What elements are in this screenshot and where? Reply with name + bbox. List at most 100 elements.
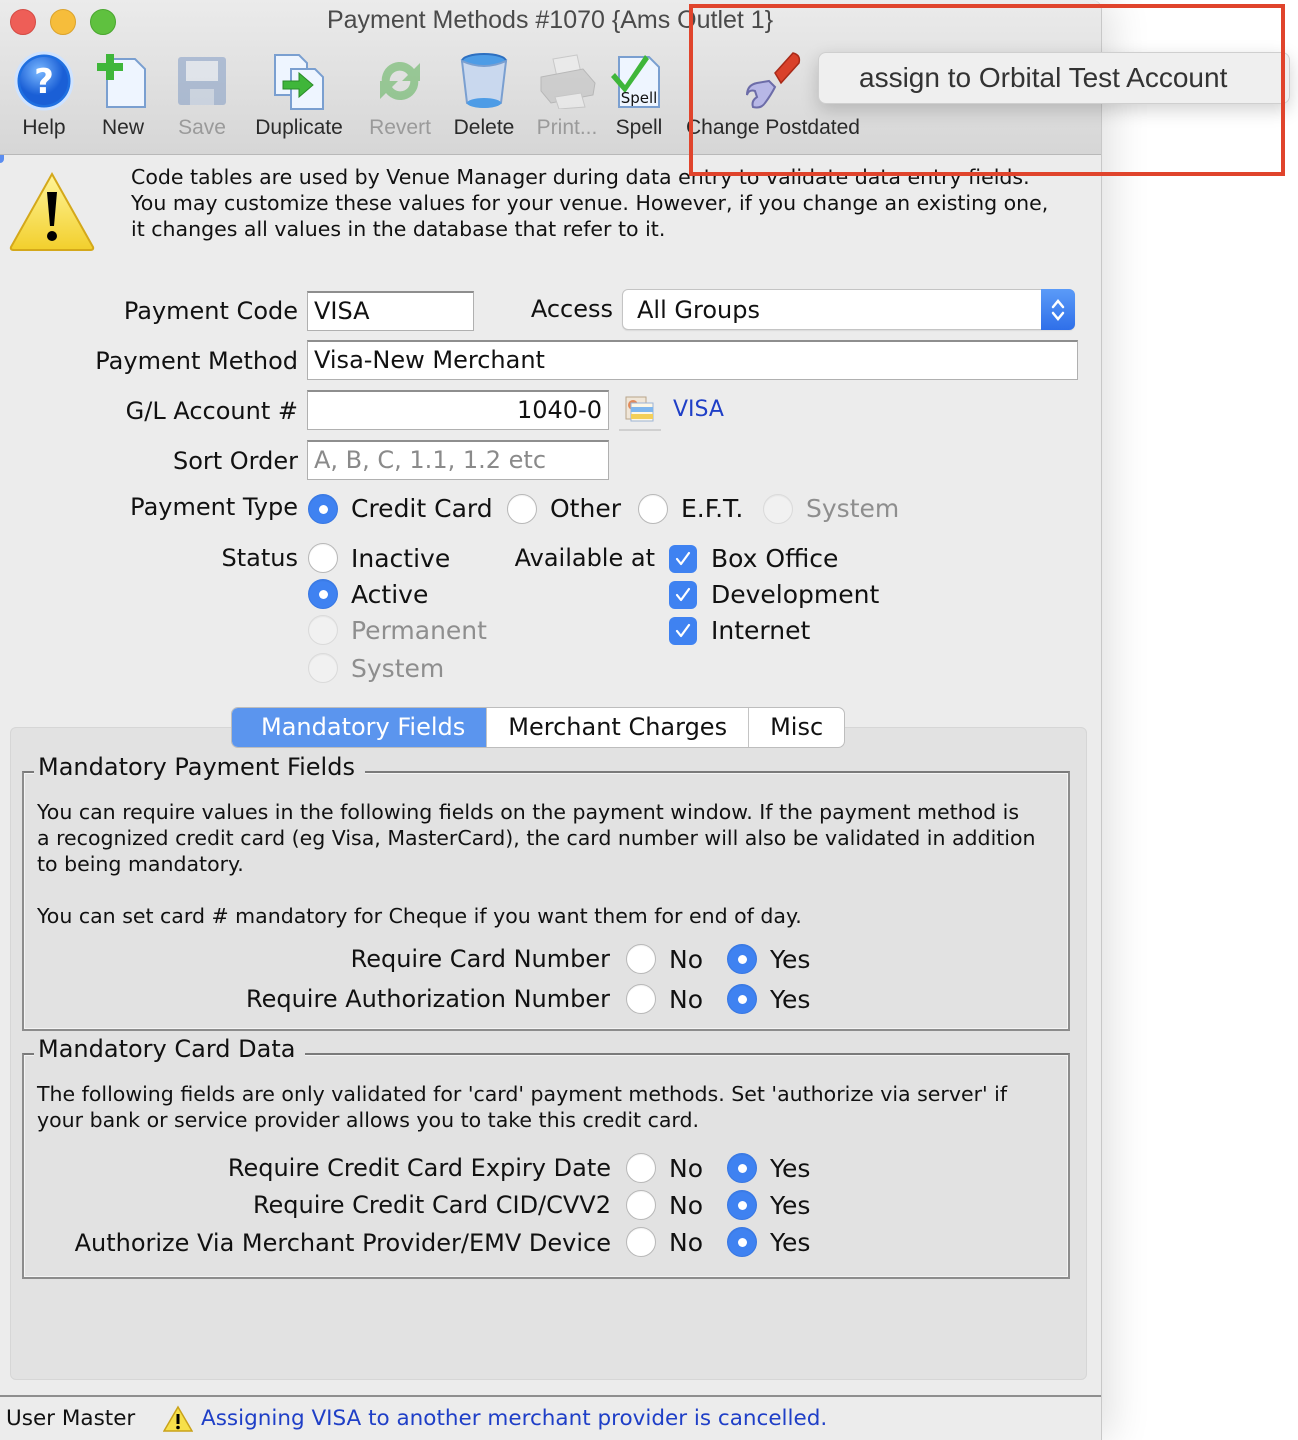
payment-type-other-label: Other xyxy=(550,494,621,523)
status-inactive-radio[interactable] xyxy=(308,543,338,573)
authorize-via-merchant-yes-label: Yes xyxy=(770,1228,811,1257)
require-authorization-number-yes-radio[interactable] xyxy=(727,984,757,1014)
intro-line: You may customize these values for your … xyxy=(131,191,1049,215)
intro-line: it changes all values in the database th… xyxy=(131,217,666,241)
authorize-via-merchant-no-label: No xyxy=(669,1228,703,1257)
require-expiry-date-no-label: No xyxy=(669,1154,703,1183)
new-label: New xyxy=(101,116,144,139)
status-warning-icon xyxy=(162,1405,194,1437)
require-card-number-no-radio[interactable] xyxy=(626,944,656,974)
description-line: your bank or service provider allows you… xyxy=(37,1108,700,1132)
duplicate-icon xyxy=(267,48,331,114)
description-line: a recognized credit card (eg Visa, Maste… xyxy=(37,826,1036,850)
payment-methods-window: Payment Methods #1070 {Ams Outlet 1} ? H… xyxy=(0,0,1102,1440)
trash-icon xyxy=(452,48,516,114)
payment-type-label: Payment Type xyxy=(130,493,298,521)
spell-check-icon: Spell xyxy=(607,48,671,114)
mandatory-card-data-description: The following fields are only validated … xyxy=(37,1081,1067,1133)
require-card-number-no-label: No xyxy=(669,945,703,974)
box-office-label: Box Office xyxy=(711,544,839,573)
status-active-radio[interactable] xyxy=(308,579,338,609)
box-office-checkbox[interactable] xyxy=(669,545,697,573)
sort-order-input[interactable]: A, B, C, 1.1, 1.2 etc xyxy=(307,440,609,480)
svg-text:Spell: Spell xyxy=(621,89,658,107)
access-select-value: All Groups xyxy=(637,296,760,324)
access-select[interactable]: All Groups xyxy=(622,289,1075,330)
require-cvv-no-radio[interactable] xyxy=(626,1190,656,1220)
status-message: Assigning VISA to another merchant provi… xyxy=(201,1406,828,1431)
change-postdated-label: Change Postdated xyxy=(686,116,860,139)
gl-account-input[interactable]: 1040-0 xyxy=(307,390,609,430)
access-label: Access xyxy=(530,295,613,323)
intro-line: Code tables are used by Venue Manager du… xyxy=(131,165,1030,189)
description-line: You can require values in the following … xyxy=(37,800,1020,824)
help-label: Help xyxy=(22,116,66,139)
status-system-radio xyxy=(308,653,338,683)
new-button[interactable]: New xyxy=(82,48,164,148)
internet-label: Internet xyxy=(711,616,811,645)
require-card-number-yes-radio[interactable] xyxy=(727,944,757,974)
require-cvv-no-label: No xyxy=(669,1191,703,1220)
print-label: Print... xyxy=(536,116,598,139)
require-expiry-date-no-radio[interactable] xyxy=(626,1153,656,1183)
require-authorization-number-no-radio[interactable] xyxy=(626,984,656,1014)
window-title: Payment Methods #1070 {Ams Outlet 1} xyxy=(0,6,1100,35)
require-authorization-number-no-label: No xyxy=(669,985,703,1014)
tab-misc[interactable]: Misc xyxy=(749,708,844,747)
save-label: Save xyxy=(178,116,226,139)
save-button[interactable]: Save xyxy=(164,48,240,148)
payment-code-input[interactable]: VISA xyxy=(307,291,474,331)
status-label: Status xyxy=(221,544,298,572)
help-icon: ? xyxy=(12,48,76,114)
gl-account-name-link[interactable]: VISA xyxy=(673,397,724,422)
available-at-label: Available at xyxy=(514,544,655,572)
print-button[interactable]: Print... xyxy=(526,48,608,148)
tab-mandatory-fields[interactable]: Mandatory Fields xyxy=(232,708,488,747)
focus-accent xyxy=(0,155,4,163)
duplicate-button[interactable]: Duplicate xyxy=(240,48,358,148)
payment-type-credit-card-radio[interactable] xyxy=(308,494,338,524)
development-label: Development xyxy=(711,580,880,609)
spell-button[interactable]: Spell Spell xyxy=(608,48,670,148)
payment-code-label: Payment Code xyxy=(123,297,298,325)
window-title-text: Payment Methods #1070 {Ams Outlet 1} xyxy=(326,6,774,34)
delete-button[interactable]: Delete xyxy=(442,48,526,148)
require-expiry-date-yes-radio[interactable] xyxy=(727,1153,757,1183)
help-button[interactable]: ? Help xyxy=(6,48,82,148)
require-expiry-date-yes-label: Yes xyxy=(770,1154,811,1183)
sort-order-label: Sort Order xyxy=(172,447,298,475)
checkmark-icon xyxy=(675,623,691,638)
revert-button[interactable]: Revert xyxy=(358,48,442,148)
status-active-label: Active xyxy=(351,580,429,609)
toolbar: ? Help New Save Duplicate Revert Delete … xyxy=(6,48,870,148)
authorize-via-merchant-no-radio[interactable] xyxy=(626,1227,656,1257)
development-checkbox[interactable] xyxy=(669,581,697,609)
payment-type-eft-label: E.F.T. xyxy=(681,494,744,523)
authorize-via-merchant-label: Authorize Via Merchant Provider/EMV Devi… xyxy=(74,1229,611,1257)
require-expiry-date-label: Require Credit Card Expiry Date xyxy=(227,1154,611,1182)
require-cvv-yes-radio[interactable] xyxy=(727,1190,757,1220)
tab-merchant-charges[interactable]: Merchant Charges xyxy=(487,708,750,747)
warning-icon xyxy=(8,170,96,256)
gl-account-label: G/L Account # xyxy=(125,397,298,425)
lookup-cards-icon xyxy=(625,396,654,422)
revert-icon xyxy=(368,48,432,114)
gl-account-lookup-button[interactable] xyxy=(619,391,661,431)
require-authorization-number-yes-label: Yes xyxy=(770,985,811,1014)
require-authorization-number-label: Require Authorization Number xyxy=(246,985,610,1013)
menu-item-assign-orbital[interactable]: assign to Orbital Test Account xyxy=(859,62,1227,93)
tab-bar: Mandatory Fields Merchant Charges Misc xyxy=(231,707,846,748)
cheque-note: You can set card # mandatory for Cheque … xyxy=(37,904,802,928)
printer-icon xyxy=(535,48,599,114)
payment-type-system-radio xyxy=(763,494,793,524)
require-card-number-yes-label: Yes xyxy=(770,945,811,974)
mandatory-payment-fields-title: Mandatory Payment Fields xyxy=(34,753,365,781)
payment-type-other-radio[interactable] xyxy=(507,494,537,524)
new-document-icon xyxy=(91,48,155,114)
internet-checkbox[interactable] xyxy=(669,617,697,645)
payment-type-eft-radio[interactable] xyxy=(638,494,668,524)
description-line: to being mandatory. xyxy=(37,852,244,876)
chevron-up-down-icon xyxy=(1041,289,1075,330)
authorize-via-merchant-yes-radio[interactable] xyxy=(727,1227,757,1257)
payment-method-input[interactable]: Visa-New Merchant xyxy=(307,340,1078,380)
